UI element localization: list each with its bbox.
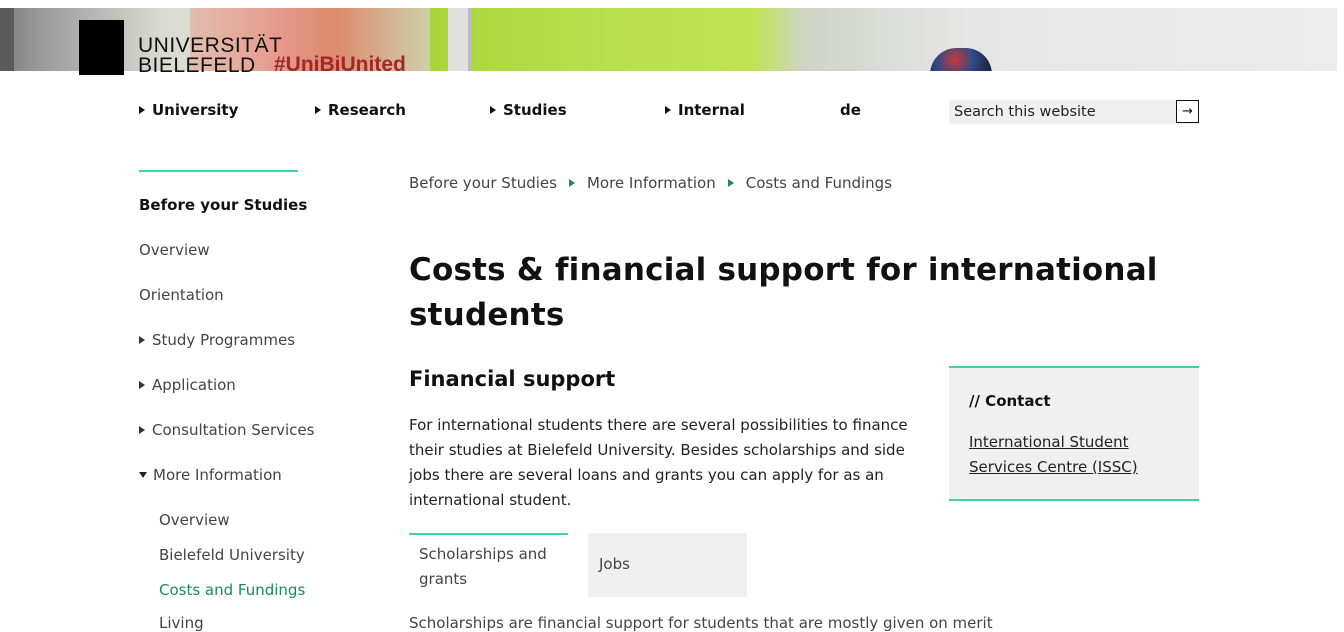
nav-label: Research — [328, 101, 406, 119]
nav-label: Internal — [678, 101, 745, 119]
caret-right-icon — [315, 106, 321, 114]
sidebar-item-consultation-services[interactable]: Consultation Services — [139, 421, 314, 439]
caret-right-icon — [139, 336, 145, 344]
banner-photo-frame — [448, 8, 471, 71]
caret-right-icon — [665, 106, 671, 114]
sidebar-item-label: Consultation Services — [152, 421, 315, 439]
caret-down-icon — [139, 472, 147, 478]
breadcrumb: Before your Studies More Information Costs… — [409, 174, 892, 192]
nav-label: Studies — [503, 101, 567, 119]
contact-box: // Contact International Student Service… — [949, 366, 1199, 501]
contact-link-issc[interactable]: International Student Services Centre (I… — [969, 430, 1179, 480]
university-logo-mark[interactable] — [79, 20, 124, 75]
site-search: → — [949, 100, 1199, 124]
contact-heading: // Contact — [969, 392, 1051, 410]
sidebar-subitem-overview[interactable]: Overview — [159, 511, 230, 529]
page-title: Costs & financial support for internatio… — [409, 252, 1158, 333]
logo-line-1: UNIVERSITÄT — [138, 34, 283, 57]
banner-photo-detail — [0, 8, 14, 71]
nav-label: University — [152, 101, 239, 119]
tab-panel-text: Scholarships are financial support for s… — [409, 614, 993, 632]
sidebar-item-application[interactable]: Application — [139, 376, 236, 394]
sidebar-item-more-information[interactable]: More Information — [139, 466, 282, 484]
tab-jobs[interactable]: Jobs — [588, 533, 747, 597]
sidebar-item-label: Study Programmes — [152, 331, 296, 349]
sidebar-accent-line — [139, 170, 298, 172]
arrow-right-icon[interactable]: → — [1176, 100, 1199, 123]
nav-university[interactable]: University — [139, 101, 238, 119]
caret-right-icon — [139, 381, 145, 389]
sidebar-item-overview[interactable]: Overview — [139, 241, 210, 259]
search-input[interactable] — [949, 100, 1176, 124]
breadcrumb-item[interactable]: More Information — [587, 174, 716, 192]
sidebar-item-orientation[interactable]: Orientation — [139, 286, 224, 304]
sidebar-item-label: Application — [152, 376, 236, 394]
caret-right-icon — [139, 106, 145, 114]
breadcrumb-separator-icon — [568, 179, 575, 187]
university-logo-text[interactable]: UNIVERSITÄT BIELEFELD — [138, 34, 283, 77]
banner-edge — [1337, 8, 1344, 71]
sidebar-subitem-living[interactable]: Living — [159, 614, 204, 632]
banner-photo-bag — [930, 48, 992, 71]
logo-line-2: BIELEFELD — [138, 54, 256, 77]
nav-studies[interactable]: Studies — [490, 101, 567, 119]
hashtag-label: #UniBiUnited — [274, 53, 406, 76]
caret-right-icon — [490, 106, 496, 114]
language-switch[interactable]: de — [840, 101, 861, 119]
sidebar-subitem-bielefeld-university[interactable]: Bielefeld University — [159, 546, 305, 564]
sidebar-item-study-programmes[interactable]: Study Programmes — [139, 331, 295, 349]
section-heading: Financial support — [409, 367, 616, 391]
caret-right-icon — [139, 426, 145, 434]
breadcrumb-item-current: Costs and Fundings — [745, 174, 893, 192]
nav-research[interactable]: Research — [315, 101, 406, 119]
breadcrumb-separator-icon — [727, 179, 734, 187]
sidebar-section-title[interactable]: Before your Studies — [139, 196, 307, 214]
sidebar-item-label: More Information — [153, 466, 282, 484]
intro-paragraph: For international students there are sev… — [409, 416, 908, 509]
nav-internal[interactable]: Internal — [665, 101, 745, 119]
tab-scholarships-and-grants[interactable]: Scholarships and grants — [409, 533, 568, 597]
breadcrumb-item[interactable]: Before your Studies — [409, 174, 557, 192]
sidebar-subitem-costs-and-fundings[interactable]: Costs and Fundings — [159, 581, 305, 599]
